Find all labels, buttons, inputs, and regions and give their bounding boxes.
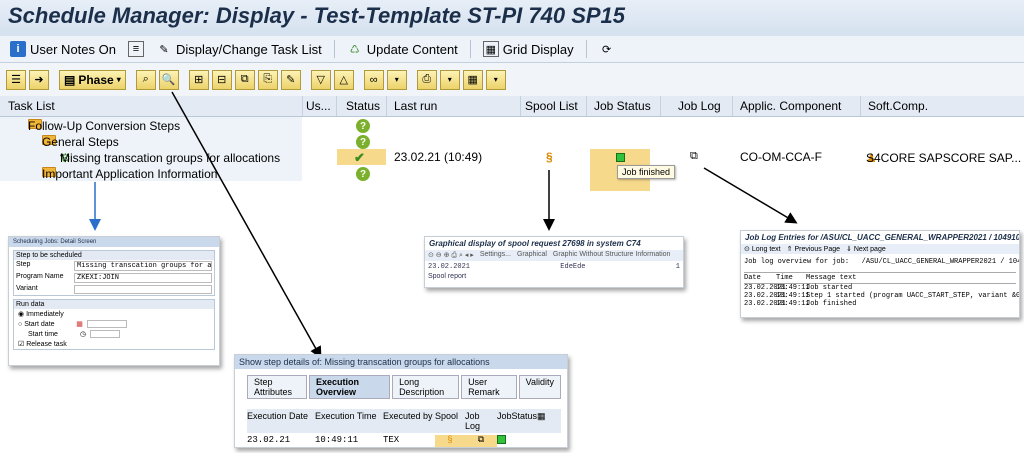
settings-button[interactable]: Settings... [480, 251, 511, 260]
tab-long-description[interactable]: Long Description [392, 375, 460, 399]
header-executed-by: Executed by [383, 411, 433, 421]
arrow-down-icon: ⇓ [846, 246, 852, 253]
spool-date: 23.02.2021 [428, 263, 471, 271]
previous-page-button[interactable]: ⇑ Previous Page [787, 245, 840, 253]
start-date-label: Start date [24, 320, 55, 328]
arrow-to-joblog [703, 167, 798, 224]
spool-popup-title: Graphical display of spool request 27698… [425, 237, 683, 250]
checkbox-checked-icon[interactable]: ☑ [18, 341, 24, 348]
spool-page: 1 [675, 263, 680, 271]
start-date-field[interactable] [86, 320, 127, 328]
tab-user-remark[interactable]: User Remark [461, 375, 517, 399]
header-execution-time: Execution Time [315, 411, 377, 421]
scheduling-popup-title: Scheduling Jobs: Detail Screen [9, 237, 219, 247]
col-time: Time [776, 274, 793, 282]
long-text-button[interactable]: ⊙ Long text [744, 245, 781, 253]
tab-validity[interactable]: Validity [518, 375, 562, 399]
calendar-icon[interactable]: ▦ [76, 320, 83, 328]
immediately-label: Immediately [26, 311, 64, 318]
execution-date: 23.02.21 [247, 435, 291, 445]
joblog-popup: Job Log Entries for /ASU/CL_UACC_GENERAL… [740, 230, 1020, 318]
section-title: Step to be scheduled [14, 251, 214, 260]
toolbar-icons[interactable]: ⊙ ⊖ ⊕ ⎙ ⌕ ◂ ▸ [428, 251, 474, 260]
spool-icon[interactable]: § [435, 435, 465, 447]
step-field[interactable]: Missing transcation groups for allocati. [74, 261, 212, 271]
start-time-label: Start time [28, 330, 58, 338]
spool-footer: Spool report [428, 273, 467, 280]
start-time-field[interactable] [90, 330, 121, 338]
step-details-popup: Show step details of: Missing transcatio… [234, 354, 568, 448]
job-status-icon[interactable] [497, 435, 537, 447]
col-date: Date [744, 274, 761, 282]
radio-icon[interactable]: ○ [18, 321, 22, 328]
radio-selected-icon[interactable]: ◉ [18, 311, 24, 318]
graphical-button[interactable]: Graphical [517, 251, 547, 260]
clock-icon[interactable]: ◷ [80, 330, 86, 338]
header-execution-date: Execution Date [247, 411, 309, 421]
graphic-without-structure-button[interactable]: Graphic Without Structure Information [553, 251, 671, 260]
section-title: Run data [14, 300, 214, 309]
list-item: 23.02.2021 10:49:11 Job finished [744, 300, 857, 308]
job-log-icon[interactable]: ⧉ [465, 435, 497, 447]
col-message: Message text [806, 274, 857, 282]
joblog-popup-title: Job Log Entries for /ASU/CL_UACC_GENERAL… [741, 231, 1019, 244]
header-spool: Spool [435, 411, 459, 421]
variant-label: Variant [16, 285, 38, 292]
overview-label: Job log overview for job: [744, 258, 850, 266]
header-job-log: Job Log [465, 411, 481, 431]
release-task-label: Release task [26, 341, 67, 348]
overview-value: /ASU/CL_UACC_GENERAL_WRAPPER2021 / 10491… [861, 258, 1019, 266]
next-page-button[interactable]: ⇓ Next page [846, 245, 886, 253]
spool-user: EdeEde [560, 263, 586, 271]
list-item: 23.02.2021 10:49:11 Step 1 started (progra… [744, 292, 1020, 300]
step-label: Step [16, 261, 31, 268]
list-item: 23.02.2021 10:49:11 Job started [744, 284, 853, 292]
spool-popup: Graphical display of spool request 27698… [424, 236, 684, 288]
table-row[interactable]: 23.02.21 10:49:11 TEX § ⧉ [247, 435, 561, 447]
check-icon: ⊙ [744, 246, 750, 253]
variant-field[interactable] [74, 285, 212, 294]
execution-time: 10:49:11 [315, 435, 359, 445]
scheduling-popup: Scheduling Jobs: Detail Screen Step to b… [8, 236, 220, 366]
program-label: Program Name [16, 273, 64, 280]
header-job-status: JobStatus [497, 411, 538, 421]
tab-execution-overview[interactable]: Execution Overview [308, 375, 391, 399]
program-field[interactable]: ZKEXI:JOIN [74, 273, 212, 283]
executed-by: TEX [383, 435, 400, 445]
arrow-up-icon: ⇑ [786, 246, 793, 253]
tab-step-attributes[interactable]: Step Attributes [247, 375, 307, 399]
settings-icon[interactable]: ▦ [537, 411, 546, 431]
step-details-title: Show step details of: Missing transcatio… [235, 355, 567, 369]
